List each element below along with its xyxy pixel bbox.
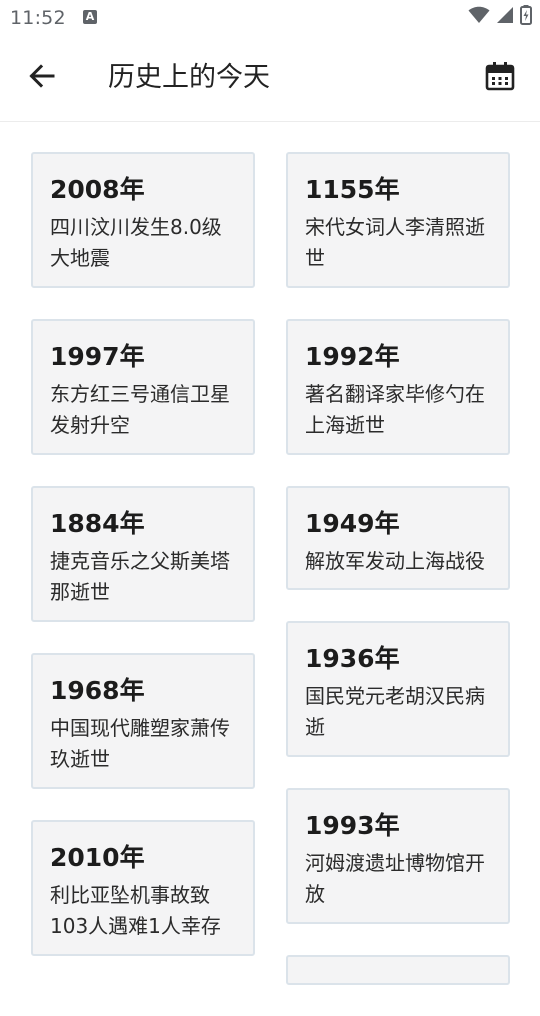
status-icons <box>468 5 532 29</box>
event-description: 国民党元老胡汉民病逝 <box>305 684 485 739</box>
event-description: 宋代女词人李清照逝世 <box>305 215 485 270</box>
event-year: 1949年 <box>305 509 400 538</box>
event-card[interactable]: 1968年 中国现代雕塑家萧传玖逝世 <box>31 653 255 789</box>
event-card[interactable]: 1997年 东方红三号通信卫星发射升空 <box>31 319 255 455</box>
arrow-left-icon <box>28 62 56 94</box>
event-card[interactable]: 2010年 利比亚坠机事故致103人遇难1人幸存 <box>31 820 255 956</box>
event-description: 中国现代雕塑家萧传玖逝世 <box>50 716 230 771</box>
event-card[interactable]: 1992年 著名翻译家毕修勺在上海逝世 <box>286 319 510 455</box>
event-card[interactable]: 1949年 解放军发动上海战役 <box>286 486 510 590</box>
event-year: 1993年 <box>305 811 400 840</box>
event-description: 著名翻译家毕修勺在上海逝世 <box>305 382 485 437</box>
calendar-button[interactable] <box>480 58 520 98</box>
event-year: 1992年 <box>305 342 400 371</box>
event-year: 2008年 <box>50 175 145 204</box>
event-card[interactable]: 1155年 宋代女词人李清照逝世 <box>286 152 510 288</box>
status-bar: 11:52 A <box>0 0 540 36</box>
event-year: 1997年 <box>50 342 145 371</box>
signal-icon <box>496 6 514 28</box>
event-column-left: 2008年 四川汶川发生8.0级大地震 1997年 东方红三号通信卫星发射升空 … <box>31 152 255 987</box>
event-year: 1936年 <box>305 644 400 673</box>
status-time: 11:52 <box>10 7 66 29</box>
wifi-icon <box>468 6 490 28</box>
page-title: 历史上的今天 <box>108 62 270 93</box>
back-button[interactable] <box>22 58 62 98</box>
event-year: 2010年 <box>50 843 145 872</box>
event-description: 捷克音乐之父斯美塔那逝世 <box>50 549 230 604</box>
event-description: 东方红三号通信卫星发射升空 <box>50 382 230 437</box>
event-year: 1884年 <box>50 509 145 538</box>
event-description: 解放军发动上海战役 <box>305 549 485 573</box>
event-year: 1968年 <box>50 676 145 705</box>
event-card[interactable]: 1993年 河姆渡遗址博物馆开放 <box>286 788 510 924</box>
event-grid: 2008年 四川汶川发生8.0级大地震 1997年 东方红三号通信卫星发射升空 … <box>0 122 540 985</box>
event-card[interactable]: 1936年 国民党元老胡汉民病逝 <box>286 621 510 757</box>
calendar-icon <box>485 61 515 95</box>
app-bar: 历史上的今天 <box>0 36 540 122</box>
event-description: 河姆渡遗址博物馆开放 <box>305 851 485 906</box>
battery-icon <box>520 5 532 29</box>
event-description: 四川汶川发生8.0级大地震 <box>50 215 222 270</box>
event-card[interactable]: 2008年 四川汶川发生8.0级大地震 <box>31 152 255 288</box>
notification-badge-icon: A <box>83 10 97 24</box>
event-year: 1155年 <box>305 175 400 204</box>
event-description: 利比亚坠机事故致103人遇难1人幸存 <box>50 883 221 938</box>
event-column-right: 1155年 宋代女词人李清照逝世 1992年 著名翻译家毕修勺在上海逝世 194… <box>286 152 510 1016</box>
event-card[interactable]: 1884年 捷克音乐之父斯美塔那逝世 <box>31 486 255 622</box>
